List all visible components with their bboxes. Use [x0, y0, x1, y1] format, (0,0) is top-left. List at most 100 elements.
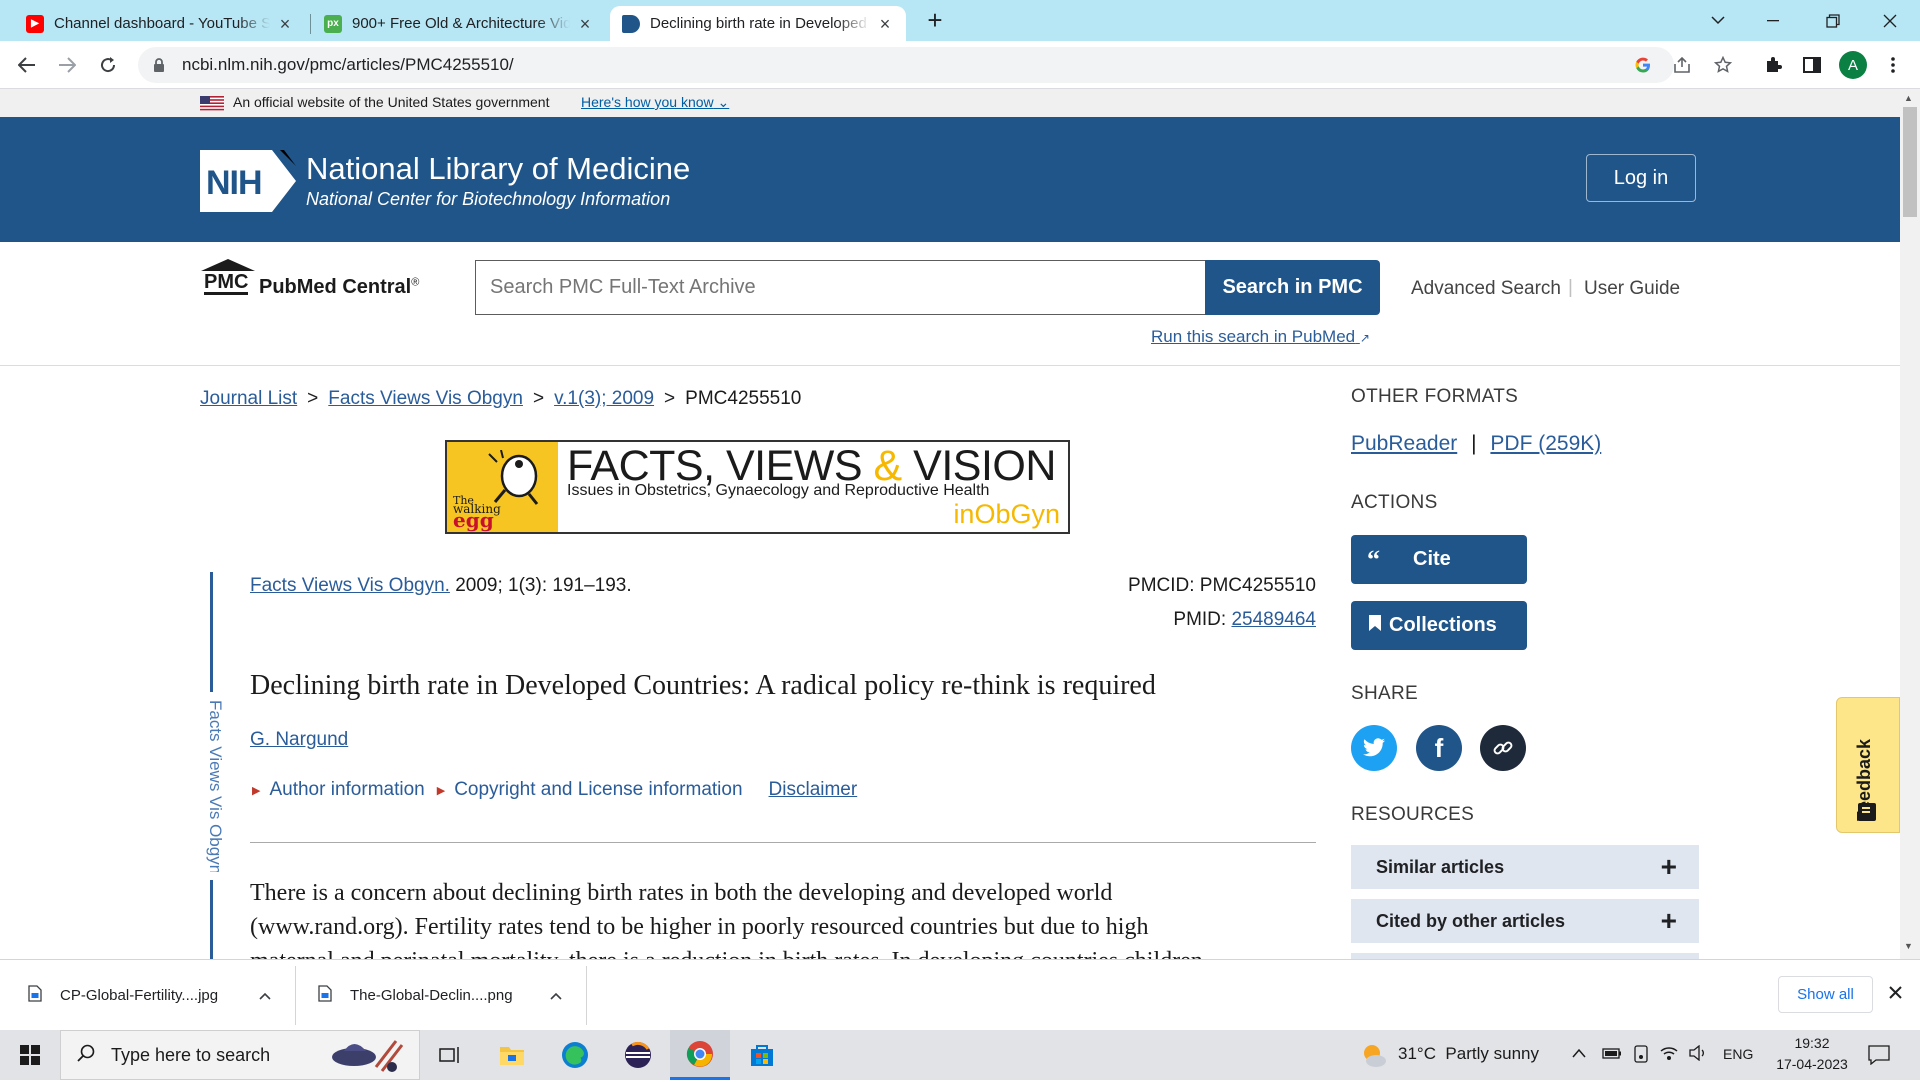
cite-button[interactable]: “ Cite — [1351, 535, 1527, 584]
reload-icon[interactable] — [93, 50, 123, 80]
search-pmc-button[interactable]: Search in PMC — [1205, 260, 1380, 315]
browser-tab-strip: ▶ Channel dashboard - YouTube Studio × p… — [0, 0, 1920, 41]
show-hidden-icons[interactable] — [1572, 1045, 1586, 1063]
facebook-share-icon[interactable]: f — [1416, 725, 1462, 771]
chevron-up-icon[interactable] — [550, 987, 562, 1004]
gov-banner-text: An official website of the United States… — [233, 94, 550, 110]
lock-icon[interactable] — [152, 57, 166, 73]
egg-logo-egg: egg — [453, 508, 494, 532]
side-panel-icon[interactable] — [1799, 52, 1825, 78]
clock-date[interactable]: 17-04-2023 — [1762, 1056, 1862, 1072]
page-scrollbar[interactable]: ▲ ▼ — [1900, 89, 1920, 959]
input-language[interactable]: ENG — [1723, 1046, 1753, 1062]
pmc-logo[interactable]: PMC — [199, 258, 259, 295]
body-line: maternal and perinatal mortality, there … — [250, 944, 1316, 960]
breadcrumb-journal[interactable]: Facts Views Vis Obgyn — [328, 388, 523, 410]
breadcrumb-journal-list[interactable]: Journal List — [200, 388, 297, 410]
journal-banner[interactable]: The walking egg FACTS, VIEWS & VISION Is… — [445, 440, 1070, 534]
close-tab-icon[interactable]: × — [876, 15, 894, 33]
close-downloads-icon[interactable] — [1889, 986, 1902, 1004]
pdf-link[interactable]: PDF (259K) — [1490, 432, 1601, 455]
download-item[interactable]: CP-Global-Fertility....jpg — [0, 960, 295, 1031]
breadcrumb-separator: > — [664, 388, 676, 409]
article-title: Declining birth rate in Developed Countr… — [250, 670, 1156, 701]
cited-by-accordion[interactable]: Cited by other articles + — [1351, 899, 1699, 943]
download-item[interactable]: The-Global-Declin....png — [296, 960, 586, 1031]
close-tab-icon[interactable]: × — [576, 15, 594, 33]
pmc-search-row: PMC PubMed Central® Search in PMC Advanc… — [0, 242, 1900, 366]
weather-icon[interactable] — [1360, 1042, 1388, 1073]
meet-now-icon[interactable] — [1633, 1045, 1649, 1068]
back-icon[interactable] — [12, 50, 42, 80]
file-explorer-icon[interactable] — [482, 1030, 542, 1080]
close-window-icon[interactable] — [1867, 0, 1913, 41]
task-view-icon[interactable] — [420, 1030, 480, 1080]
profile-avatar[interactable]: A — [1839, 51, 1867, 79]
address-bar[interactable]: ncbi.nlm.nih.gov/pmc/articles/PMC4255510… — [138, 47, 1674, 83]
close-tab-icon[interactable]: × — [276, 15, 294, 33]
breadcrumb-issue[interactable]: v.1(3); 2009 — [554, 388, 654, 410]
tab-youtube-studio[interactable]: ▶ Channel dashboard - YouTube Studio × — [14, 6, 306, 41]
pmc-search-input[interactable] — [475, 260, 1205, 315]
chevron-up-icon[interactable] — [259, 987, 271, 1004]
notifications-icon[interactable] — [1868, 1045, 1890, 1070]
format-links: PubReader | PDF (259K) — [1351, 432, 1601, 456]
download-filename: The-Global-Declin....png — [350, 987, 513, 1004]
extensions-icon[interactable] — [1760, 52, 1786, 78]
taskbar-search-box[interactable]: Type here to search — [60, 1030, 420, 1080]
minimize-icon[interactable] — [1750, 0, 1796, 41]
author-link[interactable]: G. Nargund — [250, 729, 348, 751]
breadcrumb-separator: > — [532, 388, 545, 409]
windows-start-icon[interactable] — [0, 1030, 60, 1080]
tab-pmc-article[interactable]: Declining birth rate in Developed Countr… — [610, 6, 906, 41]
wifi-icon[interactable] — [1660, 1045, 1678, 1066]
chrome-icon[interactable] — [670, 1030, 730, 1080]
show-all-downloads-button[interactable]: Show all — [1778, 976, 1873, 1013]
bookmark-star-icon[interactable] — [1710, 52, 1736, 78]
scroll-thumb[interactable] — [1903, 107, 1917, 217]
volume-icon[interactable] — [1689, 1044, 1707, 1066]
gov-banner-link[interactable]: Here's how you know ⌄ — [581, 94, 729, 111]
run-in-pubmed-link[interactable]: Run this search in PubMed ↗ — [1151, 327, 1370, 347]
journal-link[interactable]: Facts Views Vis Obgyn. — [250, 575, 450, 596]
pmid-line: PMID: 25489464 — [1000, 609, 1316, 631]
restore-icon[interactable] — [1810, 0, 1856, 41]
pmid-link[interactable]: 25489464 — [1231, 609, 1316, 630]
nlm-title[interactable]: National Library of Medicine — [306, 151, 690, 187]
eclipse-icon[interactable] — [608, 1030, 668, 1080]
battery-icon[interactable] — [1602, 1046, 1622, 1065]
tab-search-icon[interactable] — [1695, 0, 1741, 41]
weather-text[interactable]: 31°C Partly sunny — [1398, 1044, 1539, 1064]
feedback-tab[interactable]: Feedback — [1836, 697, 1900, 833]
google-icon[interactable] — [1630, 52, 1656, 78]
author-information-toggle[interactable]: Author information — [269, 779, 424, 801]
twitter-share-icon[interactable] — [1351, 725, 1397, 771]
pmc-name-text: PubMed Central — [259, 276, 412, 298]
pmc-name[interactable]: PubMed Central® — [259, 276, 419, 299]
pmid-label: PMID: — [1173, 609, 1232, 630]
browser-menu-icon[interactable] — [1880, 52, 1906, 78]
disclaimer-link[interactable]: Disclaimer — [769, 779, 858, 801]
user-guide-link[interactable]: User Guide — [1584, 278, 1680, 300]
edge-icon[interactable] — [545, 1030, 605, 1080]
tab-pixabay[interactable]: px 900+ Free Old & Architecture Videos × — [312, 6, 606, 41]
citation-line: Facts Views Vis Obgyn. 2009; 1(3): 191–1… — [250, 575, 632, 597]
pubreader-link[interactable]: PubReader — [1351, 432, 1457, 455]
copyright-toggle[interactable]: Copyright and License information — [454, 779, 742, 801]
advanced-search-link[interactable]: Advanced Search — [1411, 278, 1561, 300]
plus-icon: + — [1660, 851, 1677, 882]
clock-time[interactable]: 19:32 — [1762, 1035, 1862, 1051]
scroll-up-icon[interactable]: ▲ — [1904, 93, 1913, 103]
login-button[interactable]: Log in — [1586, 154, 1696, 202]
nih-logo[interactable]: NIH — [200, 150, 296, 212]
forward-icon[interactable] — [52, 50, 82, 80]
new-tab-icon[interactable]: + — [922, 7, 948, 34]
share-icon[interactable] — [1669, 52, 1695, 78]
similar-articles-accordion[interactable]: Similar articles + — [1351, 845, 1699, 889]
microsoft-store-icon[interactable] — [732, 1030, 792, 1080]
scroll-down-icon[interactable]: ▼ — [1904, 941, 1913, 951]
copy-link-icon[interactable] — [1480, 725, 1526, 771]
tab-title: 900+ Free Old & Architecture Videos — [352, 15, 570, 32]
collections-button[interactable]: Collections — [1351, 601, 1527, 650]
journal-side-rule — [210, 572, 213, 692]
